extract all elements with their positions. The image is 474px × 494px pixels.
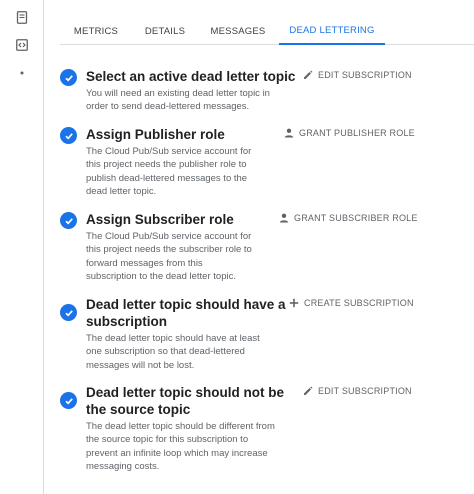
code-icon	[16, 39, 28, 51]
step-description: You will need an existing dead letter to…	[86, 87, 270, 114]
check-circle-icon	[60, 392, 77, 409]
tab-details[interactable]: DETAILS	[132, 18, 198, 45]
title-line: subscription	[86, 314, 168, 329]
grant-subscriber-role-button[interactable]: GRANT SUBSCRIBER ROLE	[279, 213, 418, 223]
description-line: The Cloud Pub/Sub service account for	[86, 231, 252, 242]
step-title: Dead letter topic should not be the sour…	[86, 384, 284, 418]
step-assign-subscriber-role: Assign Subscriber role The Cloud Pub/Sub…	[60, 211, 474, 286]
action-label: GRANT PUBLISHER ROLE	[299, 128, 415, 138]
step-description: The Cloud Pub/Sub service account for th…	[86, 230, 252, 284]
rail-item-dot[interactable]	[0, 62, 44, 84]
step-title: Dead letter topic should have a subscrip…	[86, 296, 286, 330]
action-label: EDIT SUBSCRIPTION	[318, 70, 412, 80]
check-circle-icon	[60, 212, 77, 229]
pencil-icon	[304, 386, 313, 395]
person-icon	[279, 213, 289, 223]
description-line: dead letter topic.	[86, 186, 157, 198]
tab-messages[interactable]: MESSAGES	[200, 18, 276, 45]
tab-bar: METRICS DETAILS MESSAGES DEAD LETTERING	[60, 18, 474, 45]
description-line: order to send dead-lettered messages.	[86, 101, 250, 113]
description-line: The dead letter topic should be differen…	[86, 421, 275, 432]
edit-subscription-button[interactable]: EDIT SUBSCRIPTION	[303, 70, 412, 80]
description-line: the source topic for this subscription t…	[86, 434, 249, 446]
title-line: Dead letter topic should not be	[86, 385, 285, 400]
create-subscription-button[interactable]: CREATE SUBSCRIPTION	[289, 298, 414, 308]
title-line: the source topic	[86, 402, 191, 417]
left-rail	[0, 0, 44, 494]
description-line: prevent an infinite loop which may incre…	[86, 447, 268, 459]
check-circle-icon	[60, 69, 77, 86]
step-description: The dead letter topic should have at lea…	[86, 332, 260, 372]
tab-metrics[interactable]: METRICS	[60, 18, 132, 45]
step-assign-publisher-role: Assign Publisher role The Cloud Pub/Sub …	[60, 126, 474, 201]
description-line: messaging costs.	[86, 461, 160, 473]
plus-icon	[289, 298, 299, 308]
action-label: EDIT SUBSCRIPTION	[318, 386, 412, 396]
description-line: this project needs the publisher role to	[86, 159, 247, 171]
description-line: You will need an existing dead letter to…	[86, 88, 270, 99]
step-title: Assign Subscriber role	[86, 212, 234, 227]
description-line: The Cloud Pub/Sub service account for	[86, 146, 252, 157]
check-circle-icon	[60, 127, 77, 144]
edit-subscription-button[interactable]: EDIT SUBSCRIPTION	[303, 386, 412, 396]
person-icon	[284, 128, 294, 138]
step-description: The dead letter topic should be differen…	[86, 420, 275, 474]
dot-icon	[20, 71, 24, 75]
action-label: GRANT SUBSCRIBER ROLE	[294, 213, 418, 223]
pencil-icon	[304, 70, 313, 79]
description-line: this project needs the subscriber role t…	[86, 244, 252, 256]
rail-item-code[interactable]	[0, 34, 44, 56]
step-select-dead-letter-topic: Select an active dead letter topic You w…	[60, 68, 474, 116]
step-title: Select an active dead letter topic	[86, 69, 296, 84]
tab-dead-lettering[interactable]: DEAD LETTERING	[279, 18, 385, 45]
description-line: publish dead-lettered messages to the	[86, 172, 248, 184]
document-icon	[16, 10, 28, 24]
step-description: The Cloud Pub/Sub service account for th…	[86, 145, 251, 199]
rail-item-document[interactable]	[0, 6, 44, 28]
check-circle-icon	[60, 304, 77, 321]
description-line: The dead letter topic should have at lea…	[86, 333, 260, 344]
step-dead-letter-topic-subscription: Dead letter topic should have a subscrip…	[60, 296, 474, 376]
description-line: messages will not be lost.	[86, 359, 195, 371]
step-title: Assign Publisher role	[86, 127, 225, 142]
grant-publisher-role-button[interactable]: GRANT PUBLISHER ROLE	[284, 128, 415, 138]
description-line: subscription to the dead letter topic.	[86, 271, 236, 283]
title-line: Dead letter topic should have a	[86, 297, 286, 312]
step-dead-letter-topic-not-source: Dead letter topic should not be the sour…	[60, 384, 474, 476]
description-line: forward messages from this	[86, 257, 203, 269]
action-label: CREATE SUBSCRIPTION	[304, 298, 414, 308]
description-line: one subscription so that dead-lettered	[86, 346, 245, 358]
